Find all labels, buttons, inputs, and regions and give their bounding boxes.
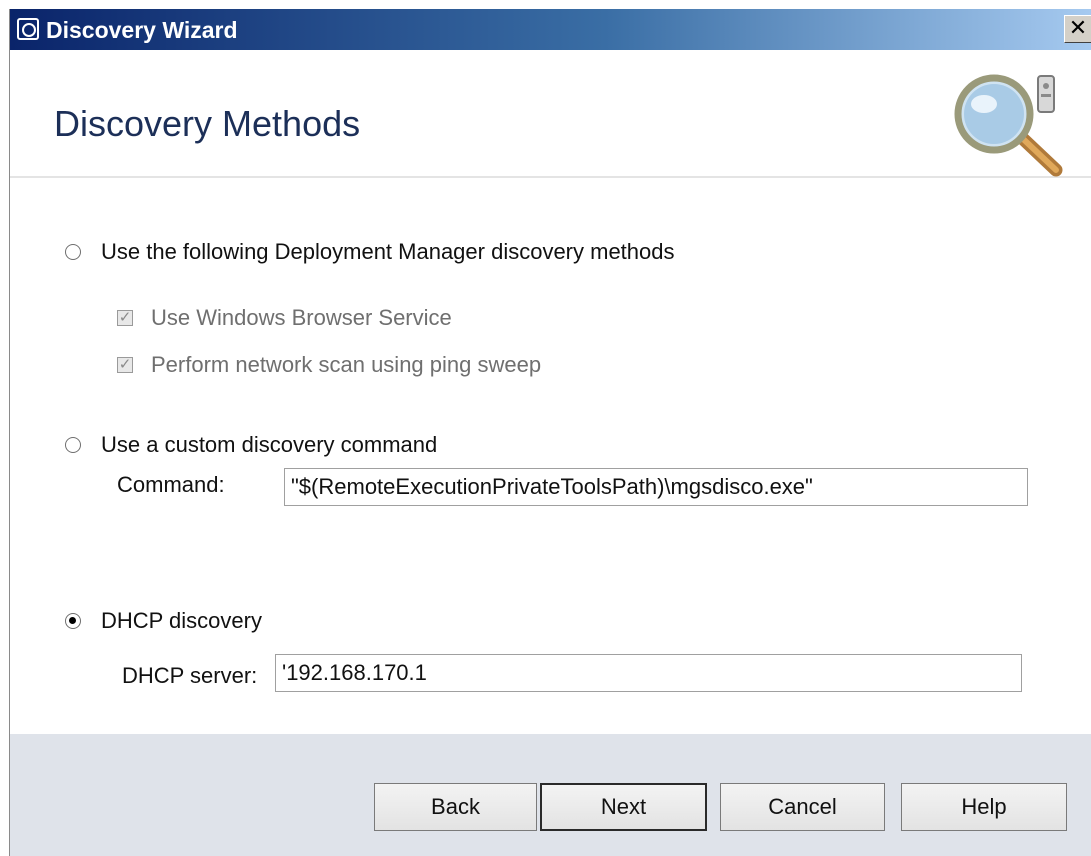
- app-icon: [17, 18, 39, 40]
- radio-button[interactable]: [65, 437, 81, 453]
- wizard-header: Discovery Methods: [10, 50, 1091, 178]
- radio-dm-methods[interactable]: Use the following Deployment Manager dis…: [65, 239, 675, 265]
- discovery-wizard-window: Discovery Wizard ✕ Discovery Methods Use…: [9, 9, 1091, 856]
- checkbox-ping-sweep[interactable]: ✓ Perform network scan using ping sweep: [117, 352, 541, 378]
- checkbox-windows-browser-label: Use Windows Browser Service: [151, 305, 452, 330]
- wizard-footer: Back Next Cancel Help: [10, 734, 1091, 856]
- checkbox-ping-sweep-label: Perform network scan using ping sweep: [151, 352, 542, 377]
- checkmark-icon: ✓: [117, 356, 133, 373]
- help-button[interactable]: Help: [901, 783, 1067, 831]
- radio-button[interactable]: [65, 613, 81, 629]
- wizard-content: Use the following Deployment Manager dis…: [10, 178, 1091, 734]
- radio-dhcp-discovery[interactable]: DHCP discovery: [65, 608, 262, 634]
- next-button[interactable]: Next: [540, 783, 707, 831]
- checkbox-windows-browser[interactable]: ✓ Use Windows Browser Service: [117, 305, 452, 331]
- back-button[interactable]: Back: [374, 783, 537, 831]
- page-title: Discovery Methods: [54, 103, 361, 144]
- checkmark-icon: ✓: [117, 309, 133, 326]
- cancel-button[interactable]: Cancel: [720, 783, 885, 831]
- radio-custom-command-label: Use a custom discovery command: [101, 432, 438, 457]
- window-title: Discovery Wizard: [46, 17, 238, 43]
- radio-button[interactable]: [65, 244, 81, 260]
- close-button[interactable]: ✕: [1064, 15, 1091, 43]
- radio-dhcp-discovery-label: DHCP discovery: [101, 608, 262, 633]
- magnifier-icon: [954, 74, 1063, 177]
- dhcp-server-input[interactable]: '192.168.170.1: [275, 654, 1022, 692]
- close-icon: ✕: [1068, 15, 1088, 40]
- title-bar[interactable]: Discovery Wizard ✕: [10, 9, 1091, 50]
- radio-custom-command[interactable]: Use a custom discovery command: [65, 432, 437, 458]
- command-input[interactable]: "$(RemoteExecutionPrivateToolsPath)\mgsd…: [284, 468, 1028, 506]
- radio-dm-methods-label: Use the following Deployment Manager dis…: [101, 239, 675, 264]
- dhcp-server-label: DHCP server:: [122, 663, 258, 688]
- command-label: Command:: [117, 472, 225, 497]
